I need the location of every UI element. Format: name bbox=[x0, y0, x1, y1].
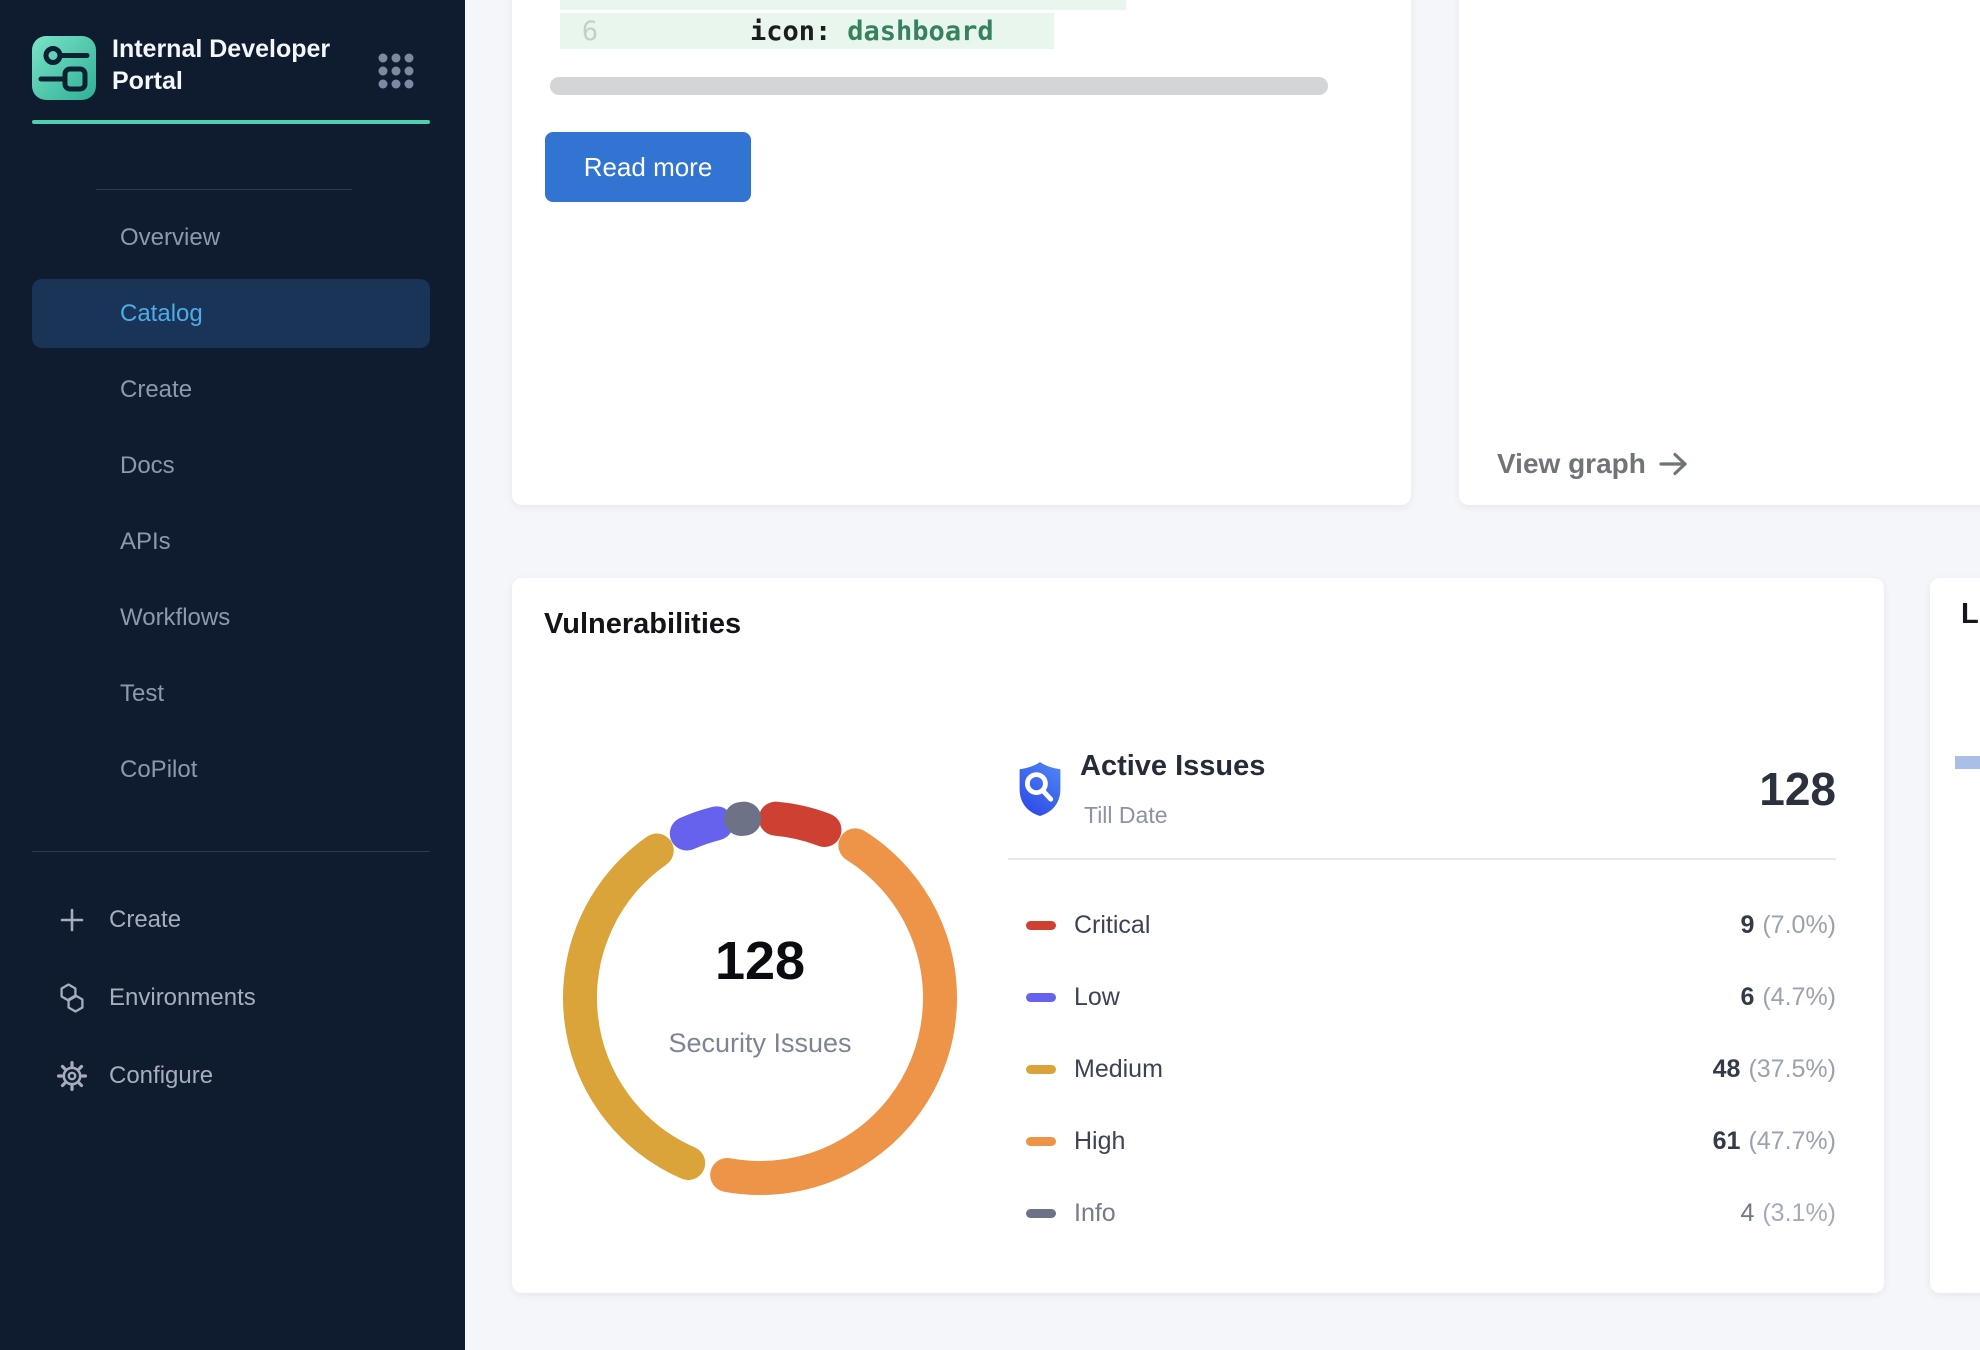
legend-row-info: Info 4 (3.1%) bbox=[1026, 1191, 1836, 1235]
hexagons-icon bbox=[57, 983, 87, 1013]
footer-label: Environments bbox=[109, 984, 256, 1012]
sidebar-item-environments[interactable]: Environments bbox=[32, 959, 430, 1037]
sidebar: Internal Developer Portal Overview Catal… bbox=[0, 0, 465, 1350]
sidebar-item-catalog[interactable]: Catalog bbox=[32, 279, 430, 348]
legend-label: Low bbox=[1074, 983, 1120, 1012]
view-graph-label: View graph bbox=[1497, 448, 1646, 480]
graph-card: View graph bbox=[1459, 0, 1980, 505]
donut-segment-critical bbox=[776, 819, 825, 830]
pipeline-nodes-icon bbox=[32, 36, 96, 100]
nav-label: Catalog bbox=[120, 300, 203, 328]
code-key: icon: bbox=[750, 16, 831, 47]
docs-code-card: 6 icon: dashboard Read more bbox=[512, 0, 1411, 505]
screen: Internal Developer Portal Overview Catal… bbox=[0, 0, 1980, 1350]
sidebar-item-apis[interactable]: APIs bbox=[32, 507, 430, 576]
card-title: Vulnerabilities bbox=[544, 608, 741, 641]
legend-pct: (3.1%) bbox=[1762, 1199, 1836, 1228]
nav-label: Docs bbox=[120, 452, 175, 480]
donut-center-label: Security Issues bbox=[560, 1028, 960, 1059]
legend-row-high: High 61 (47.7%) bbox=[1026, 1119, 1836, 1163]
footer-label: Configure bbox=[109, 1062, 213, 1090]
shield-search-icon bbox=[1016, 760, 1064, 818]
gear-icon bbox=[57, 1061, 87, 1091]
code-line-6: 6 icon: dashboard bbox=[560, 13, 1054, 49]
donut-segment-low bbox=[687, 823, 717, 833]
legend-label: Critical bbox=[1074, 911, 1150, 940]
legend-row-critical: Critical 9 (7.0%) bbox=[1026, 903, 1836, 947]
legend-count: 6 bbox=[1740, 983, 1754, 1012]
legend-pct: (4.7%) bbox=[1762, 983, 1836, 1012]
low-color-pill bbox=[1026, 993, 1056, 1002]
legend-pct: (7.0%) bbox=[1762, 911, 1836, 940]
legend-label: Info bbox=[1074, 1199, 1116, 1228]
nav-label: CoPilot bbox=[120, 756, 197, 784]
nav-label: Overview bbox=[120, 224, 220, 252]
app-title: Internal Developer Portal bbox=[112, 33, 362, 97]
sidebar-item-test[interactable]: Test bbox=[32, 659, 430, 728]
code-line-partial bbox=[560, 0, 1126, 10]
legend-label: High bbox=[1074, 1127, 1125, 1156]
sidebar-item-create-action[interactable]: Create bbox=[32, 881, 430, 959]
nav-label: Test bbox=[120, 680, 164, 708]
sidebar-footer-nav: Create Environments bbox=[32, 881, 430, 1115]
view-graph-link[interactable]: View graph bbox=[1497, 448, 1690, 480]
nav-label: Workflows bbox=[120, 604, 230, 632]
legend-count: 48 bbox=[1713, 1055, 1741, 1084]
sidebar-accent-rule bbox=[32, 120, 430, 124]
read-more-button[interactable]: Read more bbox=[545, 132, 751, 202]
right-card-partial-title: L bbox=[1961, 598, 1979, 631]
code-line-number: 6 bbox=[560, 16, 620, 47]
sidebar-item-workflows[interactable]: Workflows bbox=[32, 583, 430, 652]
sidebar-item-configure[interactable]: Configure bbox=[32, 1037, 430, 1115]
right-card-bar-fragment bbox=[1955, 756, 1980, 769]
legend-row-low: Low 6 (4.7%) bbox=[1026, 975, 1836, 1019]
nav-divider bbox=[96, 189, 352, 190]
info-color-pill bbox=[1026, 1209, 1056, 1218]
summary-divider bbox=[1008, 858, 1836, 860]
footer-label: Create bbox=[109, 906, 181, 934]
legend-pct: (37.5%) bbox=[1748, 1055, 1836, 1084]
critical-color-pill bbox=[1026, 921, 1056, 930]
nav-label: Create bbox=[120, 376, 192, 404]
sidebar-item-docs[interactable]: Docs bbox=[32, 431, 430, 500]
code-value: dashboard bbox=[847, 16, 993, 47]
legend-label: Medium bbox=[1074, 1055, 1163, 1084]
donut-segment-medium bbox=[580, 851, 688, 1164]
legend-count: 9 bbox=[1740, 911, 1754, 940]
active-issues-total: 128 bbox=[1759, 762, 1836, 816]
donut-segment-high bbox=[727, 845, 940, 1178]
legend-count: 61 bbox=[1713, 1127, 1741, 1156]
medium-color-pill bbox=[1026, 1065, 1056, 1074]
sidebar-item-overview[interactable]: Overview bbox=[32, 203, 430, 272]
active-issues-title: Active Issues bbox=[1080, 750, 1265, 783]
sidebar-item-copilot[interactable]: CoPilot bbox=[32, 735, 430, 804]
vulnerabilities-card: Vulnerabilities 128 Security Issues Acti… bbox=[512, 578, 1884, 1293]
plus-icon bbox=[57, 905, 87, 935]
footer-divider bbox=[32, 851, 430, 852]
high-color-pill bbox=[1026, 1137, 1056, 1146]
active-issues-subtitle: Till Date bbox=[1084, 802, 1168, 829]
apps-grid-icon[interactable] bbox=[376, 51, 416, 91]
arrow-right-icon bbox=[1658, 451, 1690, 477]
legend-count: 4 bbox=[1740, 1199, 1754, 1228]
sidebar-item-create[interactable]: Create bbox=[32, 355, 430, 424]
security-issues-donut bbox=[550, 788, 970, 1208]
nav-label: APIs bbox=[120, 528, 171, 556]
horizontal-scrollbar[interactable] bbox=[550, 77, 1328, 95]
legend-row-medium: Medium 48 (37.5%) bbox=[1026, 1047, 1836, 1091]
app-logo[interactable] bbox=[32, 36, 96, 100]
right-edge-card: L bbox=[1930, 578, 1980, 1293]
donut-chart bbox=[550, 788, 970, 1208]
donut-center-value: 128 bbox=[560, 930, 960, 992]
sidebar-nav: Overview Catalog Create Docs APIs Workfl… bbox=[32, 203, 430, 811]
legend-pct: (47.7%) bbox=[1748, 1127, 1836, 1156]
